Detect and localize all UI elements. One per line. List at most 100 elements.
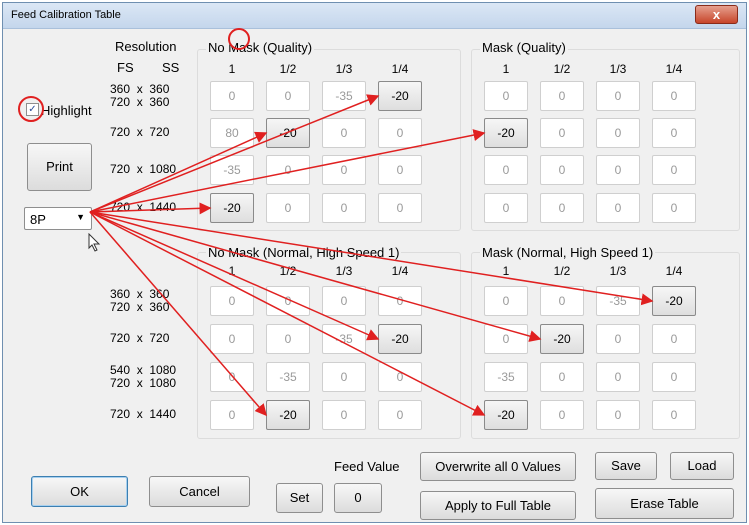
calibration-cell[interactable]: -35 (322, 324, 366, 354)
set-button[interactable]: Set (276, 483, 323, 513)
column-header: 1/4 (391, 62, 409, 76)
column-header: 1/4 (665, 264, 683, 278)
calibration-cell[interactable]: 0 (266, 193, 310, 223)
calibration-cell[interactable]: 0 (378, 362, 422, 392)
calibration-cell[interactable]: 0 (378, 193, 422, 223)
calibration-cell[interactable]: 0 (210, 81, 254, 111)
title-annotation-circle (228, 28, 250, 50)
calibration-cell[interactable]: 0 (266, 286, 310, 316)
calibration-cell[interactable]: 0 (540, 193, 584, 223)
apply-to-full-table-button[interactable]: Apply to Full Table (420, 491, 576, 520)
calibration-cell[interactable]: -35 (266, 362, 310, 392)
resolution-line: 720 x 360 (110, 300, 170, 314)
calibration-cell[interactable]: 0 (378, 118, 422, 148)
calibration-cell[interactable]: -20 (210, 193, 254, 223)
calibration-cell[interactable]: 0 (322, 118, 366, 148)
calibration-cell[interactable]: 0 (596, 400, 640, 430)
calibration-cell[interactable]: -20 (378, 81, 422, 111)
resolution-row-label: 720 x 1440 (110, 408, 176, 421)
calibration-cell[interactable]: 0 (652, 118, 696, 148)
resolution-line: 720 x 1440 (110, 200, 177, 214)
column-header: 1/2 (553, 62, 571, 76)
calibration-cell[interactable]: 0 (484, 324, 528, 354)
column-header: 1/4 (391, 264, 409, 278)
calibration-cell[interactable]: 0 (484, 155, 528, 185)
ok-button[interactable]: OK (31, 476, 128, 507)
calibration-cell[interactable]: 80 (210, 118, 254, 148)
calibration-cell[interactable]: 0 (322, 400, 366, 430)
calibration-cell[interactable]: 0 (210, 400, 254, 430)
resolution-row-label: 360 x 360 720 x 360 (110, 83, 169, 109)
calibration-cell[interactable]: -35 (322, 81, 366, 111)
overwrite-zero-values-button[interactable]: Overwrite all 0 Values (420, 452, 576, 481)
calibration-cell[interactable]: 0 (596, 155, 640, 185)
column-header: 1 (502, 264, 510, 278)
calibration-cell[interactable]: -20 (266, 118, 310, 148)
print-button[interactable]: Print (27, 143, 92, 191)
resolution-label: Resolution (115, 39, 177, 54)
resolution-line: 720 x 1080 (110, 376, 177, 390)
close-button[interactable]: x (695, 5, 738, 24)
column-header: 1/2 (279, 62, 297, 76)
calibration-cell[interactable]: 0 (210, 286, 254, 316)
calibration-cell[interactable]: 0 (596, 118, 640, 148)
calibration-cell[interactable]: -20 (652, 286, 696, 316)
calibration-cell[interactable]: -35 (596, 286, 640, 316)
pass-mode-value: 8P (30, 212, 46, 227)
resolution-line: 720 x 1440 (110, 407, 177, 421)
column-header: 1/3 (609, 264, 627, 278)
calibration-cell[interactable]: 0 (266, 81, 310, 111)
calibration-cell[interactable]: 0 (322, 155, 366, 185)
calibration-cell[interactable]: 0 (540, 362, 584, 392)
calibration-cell[interactable]: 0 (484, 81, 528, 111)
erase-table-button[interactable]: Erase Table (595, 488, 734, 519)
resolution-row-label: 360 x 360 720 x 360 (110, 288, 169, 314)
calibration-cell[interactable]: 0 (652, 81, 696, 111)
save-button[interactable]: Save (595, 452, 657, 480)
calibration-cell[interactable]: 0 (540, 155, 584, 185)
column-header: 1/4 (665, 62, 683, 76)
calibration-cell[interactable]: -20 (266, 400, 310, 430)
title-bar: Feed Calibration Table x (3, 3, 746, 29)
calibration-cell[interactable]: 0 (540, 286, 584, 316)
calibration-cell[interactable]: 0 (266, 324, 310, 354)
pass-mode-combo[interactable]: 8P ▼ (24, 207, 92, 230)
calibration-cell[interactable]: -20 (484, 400, 528, 430)
calibration-cell[interactable]: 0 (540, 118, 584, 148)
calibration-cell[interactable]: 0 (210, 324, 254, 354)
calibration-cell[interactable]: 0 (378, 155, 422, 185)
column-header: 1/3 (335, 264, 353, 278)
calibration-cell[interactable]: 0 (652, 324, 696, 354)
calibration-cell[interactable]: 0 (652, 362, 696, 392)
calibration-cell[interactable]: 0 (596, 193, 640, 223)
calibration-cell[interactable]: -35 (484, 362, 528, 392)
ss-label: SS (162, 60, 180, 75)
calibration-cell[interactable]: 0 (378, 286, 422, 316)
calibration-cell[interactable]: 0 (378, 400, 422, 430)
group-title-mask-quality: Mask (Quality) (480, 40, 568, 55)
calibration-cell[interactable]: 0 (540, 81, 584, 111)
calibration-cell[interactable]: 0 (596, 362, 640, 392)
calibration-cell[interactable]: -35 (210, 155, 254, 185)
calibration-cell[interactable]: -20 (484, 118, 528, 148)
calibration-cell[interactable]: 0 (652, 155, 696, 185)
calibration-cell[interactable]: 0 (652, 400, 696, 430)
calibration-cell[interactable]: 0 (322, 193, 366, 223)
calibration-cell[interactable]: 0 (484, 193, 528, 223)
fs-label: FS (117, 60, 134, 75)
calibration-cell[interactable]: 0 (596, 81, 640, 111)
feed-value-field[interactable]: 0 (334, 483, 382, 513)
calibration-cell[interactable]: -20 (378, 324, 422, 354)
calibration-cell[interactable]: 0 (596, 324, 640, 354)
resolution-line: 720 x 720 (110, 331, 170, 345)
calibration-cell[interactable]: -20 (540, 324, 584, 354)
calibration-cell[interactable]: 0 (540, 400, 584, 430)
calibration-cell[interactable]: 0 (322, 362, 366, 392)
cancel-button[interactable]: Cancel (149, 476, 250, 507)
calibration-cell[interactable]: 0 (652, 193, 696, 223)
load-button[interactable]: Load (670, 452, 734, 480)
calibration-cell[interactable]: 0 (484, 286, 528, 316)
calibration-cell[interactable]: 0 (266, 155, 310, 185)
calibration-cell[interactable]: 0 (322, 286, 366, 316)
calibration-cell[interactable]: 0 (210, 362, 254, 392)
